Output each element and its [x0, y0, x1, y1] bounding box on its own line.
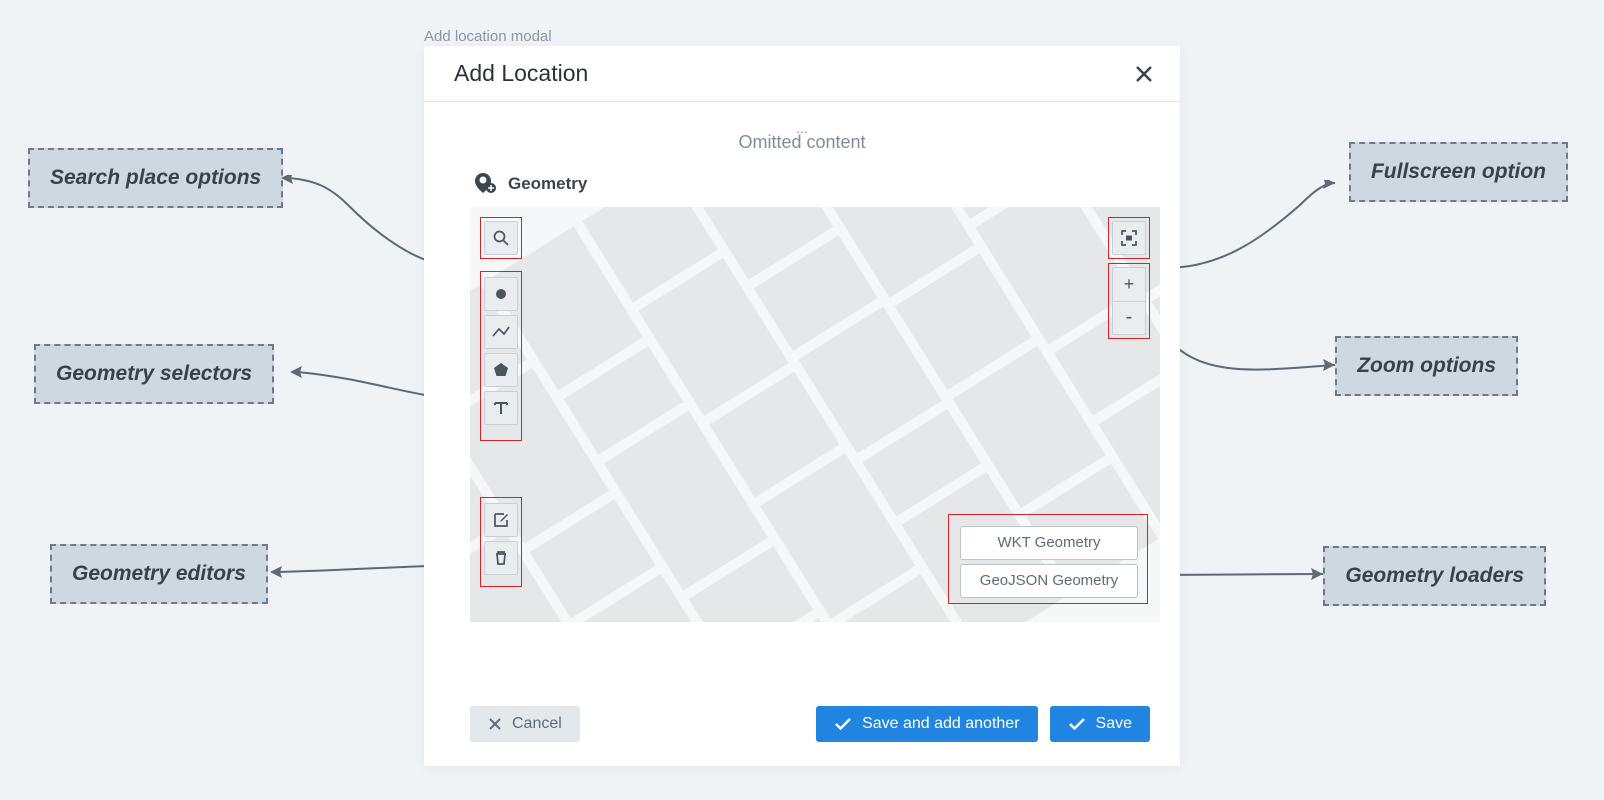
callout-loaders: Geometry loaders	[1323, 546, 1546, 606]
cancel-label: Cancel	[512, 715, 562, 733]
delete-geometry-button[interactable]	[484, 541, 518, 575]
draw-polygon-button[interactable]	[484, 353, 518, 387]
draw-point-button[interactable]	[484, 277, 518, 311]
search-place-button[interactable]	[484, 221, 518, 255]
fullscreen-icon	[1119, 228, 1139, 248]
save-label: Save	[1096, 715, 1132, 733]
zoom-in-button[interactable]: +	[1112, 267, 1146, 301]
polygon-icon	[492, 361, 510, 379]
check-icon	[1068, 717, 1086, 731]
save-add-another-button[interactable]: Save and add another	[816, 706, 1037, 742]
search-icon	[492, 229, 510, 247]
modal-title: Add Location	[454, 60, 588, 87]
save-button[interactable]: Save	[1050, 706, 1150, 742]
draw-text-button[interactable]	[484, 391, 518, 425]
close-button[interactable]	[1132, 62, 1156, 86]
modal-footer: Cancel Save and add another Save	[424, 688, 1180, 766]
add-location-modal: Add Location ... Omitted content Geometr…	[424, 46, 1180, 766]
line-icon	[491, 323, 511, 341]
arrow	[1160, 330, 1340, 390]
zoom-out-button[interactable]: -	[1112, 301, 1146, 335]
plus-icon: +	[1124, 274, 1135, 295]
arrow	[1160, 180, 1340, 280]
draw-line-button[interactable]	[484, 315, 518, 349]
geometry-section-header: Geometry	[424, 165, 1180, 207]
text-icon	[492, 399, 510, 417]
callout-selectors: Geometry selectors	[34, 344, 274, 404]
callout-search: Search place options	[28, 148, 283, 208]
callout-editors: Geometry editors	[50, 544, 268, 604]
diagram-caption: Add location modal	[424, 28, 552, 45]
wkt-geometry-button[interactable]: WKT Geometry	[960, 526, 1138, 560]
trash-icon	[492, 549, 510, 567]
edit-icon	[492, 511, 510, 529]
omitted-content: ... Omitted content	[424, 102, 1180, 165]
section-title: Geometry	[508, 174, 587, 194]
geojson-geometry-button[interactable]: GeoJSON Geometry	[960, 564, 1138, 598]
fullscreen-button[interactable]	[1112, 221, 1146, 255]
save-add-another-label: Save and add another	[862, 715, 1019, 733]
minus-icon: -	[1126, 306, 1133, 329]
close-icon	[1133, 63, 1155, 85]
circle-icon	[492, 285, 510, 303]
check-icon	[834, 717, 852, 731]
edit-geometry-button[interactable]	[484, 503, 518, 537]
pin-add-icon	[472, 171, 498, 197]
close-icon	[488, 717, 502, 731]
modal-header: Add Location	[424, 46, 1180, 102]
map-canvas[interactable]: + - WKT Geometry GeoJSON Geometry	[470, 207, 1160, 622]
cancel-button[interactable]: Cancel	[470, 706, 580, 742]
callout-zoom: Zoom options	[1335, 336, 1518, 396]
callout-fullscreen: Fullscreen option	[1349, 142, 1568, 202]
